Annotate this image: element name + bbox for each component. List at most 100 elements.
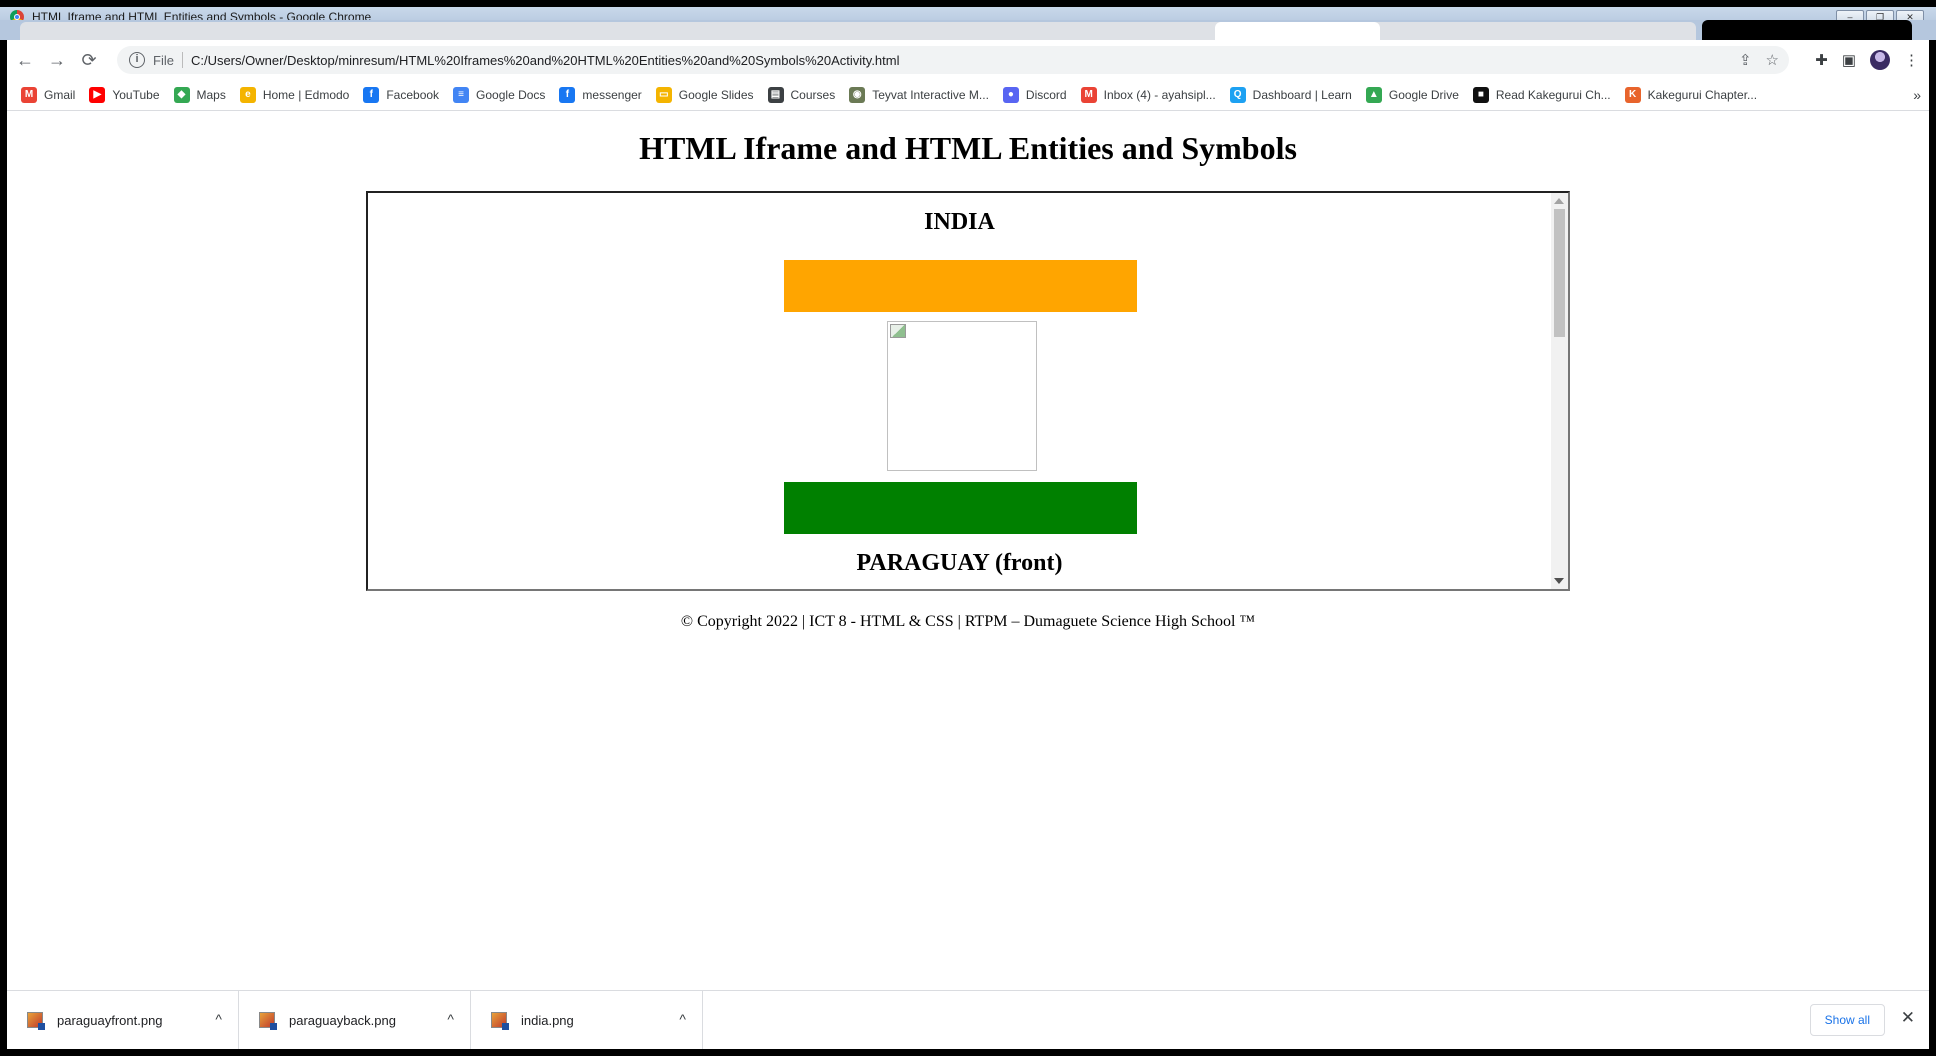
image-file-icon — [27, 1012, 45, 1030]
page-content: HTML Iframe and HTML Entities and Symbol… — [7, 111, 1929, 990]
bookmark-favicon-icon: e — [239, 87, 256, 103]
bookmark-item[interactable]: e Home | Edmodo — [239, 87, 349, 103]
bookmarks-overflow-icon[interactable]: » — [1913, 87, 1921, 103]
flag-iframe[interactable]: INDIA PARAGUAY (front) — [366, 191, 1570, 591]
chevron-up-icon[interactable]: ^ — [679, 1011, 686, 1027]
bookmark-item[interactable]: f Facebook — [363, 87, 439, 103]
bookmark-label: Dashboard | Learn — [1252, 88, 1352, 102]
toolbar-right: ✚ ▣ ⋮ — [1815, 50, 1919, 70]
bookmark-label: YouTube — [112, 88, 160, 102]
country-heading-paraguay: PARAGUAY (front) — [856, 550, 1063, 576]
share-icon[interactable]: ⇪ — [1739, 51, 1752, 69]
bookmark-item[interactable]: ▤ Courses — [767, 87, 836, 103]
browser-toolbar: ← → ⟳ i File C:/Users/Owner/Desktop/minr… — [7, 40, 1929, 80]
active-tab[interactable] — [1215, 22, 1380, 40]
bookmark-item[interactable]: K Kakegurui Chapter... — [1624, 87, 1758, 103]
bookmark-label: messenger — [582, 88, 642, 102]
bookmark-favicon-icon: ◆ — [173, 87, 190, 103]
iframe-scrollbar[interactable] — [1551, 193, 1568, 589]
tab-row[interactable] — [20, 22, 1696, 40]
download-item[interactable]: paraguayfront.png ^ — [7, 991, 239, 1049]
bookmark-item[interactable]: ■ Read Kakegurui Ch... — [1472, 87, 1611, 103]
download-filename: paraguayfront.png — [57, 1012, 163, 1028]
copyright-footer: © Copyright 2022 | ICT 8 - HTML & CSS | … — [680, 613, 1256, 630]
close-shelf-icon[interactable]: ✕ — [1901, 1008, 1915, 1028]
bookmark-favicon-icon: ▭ — [655, 87, 672, 103]
bookmark-label: Courses — [790, 88, 836, 102]
bookmark-label: Read Kakegurui Ch... — [1495, 88, 1611, 102]
download-shelf: Show all ✕ paraguayfront.png ^ paraguaybac… — [7, 990, 1929, 1049]
bookmark-item[interactable]: ◆ Maps — [173, 87, 226, 103]
bookmark-item[interactable]: M Inbox (4) - ayahsipl... — [1080, 87, 1216, 103]
bookmark-label: Gmail — [44, 88, 76, 102]
iframe-document: INDIA PARAGUAY (front) — [368, 193, 1551, 589]
bookmark-favicon-icon: M — [21, 87, 37, 103]
tab-overflow[interactable] — [1702, 20, 1912, 40]
bookmark-label: Maps — [196, 88, 226, 102]
download-item[interactable]: paraguayback.png ^ — [239, 991, 471, 1049]
image-file-icon — [259, 1012, 277, 1030]
india-saffron-band — [784, 260, 1137, 312]
bookmark-item[interactable]: ▭ Google Slides — [655, 87, 754, 103]
bookmark-label: Google Docs — [476, 88, 546, 102]
bookmark-favicon-icon: ■ — [1472, 87, 1489, 103]
side-panel-icon[interactable]: ▣ — [1842, 51, 1856, 69]
reload-button[interactable]: ⟳ — [75, 46, 103, 74]
tab-strip — [0, 20, 1936, 40]
forward-button[interactable]: → — [43, 46, 71, 74]
bookmark-label: Inbox (4) - ayahsipl... — [1103, 88, 1216, 102]
chevron-up-icon[interactable]: ^ — [447, 1011, 454, 1027]
bookmark-favicon-icon: ▲ — [1365, 87, 1382, 103]
bookmark-item[interactable]: ● Discord — [1002, 87, 1067, 103]
show-all-button[interactable]: Show all — [1809, 1004, 1885, 1036]
chevron-up-icon[interactable]: ^ — [215, 1011, 222, 1027]
menu-icon[interactable]: ⋮ — [1904, 51, 1919, 69]
omnibox-divider — [181, 52, 183, 68]
bookmarks-bar: M Gmail ▶ YouTube ◆ Maps e Home | Edmodo f Facebo… — [7, 80, 1929, 111]
bookmark-label: Google Drive — [1388, 88, 1459, 102]
bookmark-favicon-icon: ● — [1002, 87, 1019, 103]
bookmark-favicon-icon: ◉ — [849, 87, 866, 103]
bookmark-label: Google Slides — [678, 88, 754, 102]
bookmark-item[interactable]: ◉ Teyvat Interactive M... — [849, 87, 989, 103]
page-title: HTML Iframe and HTML Entities and Symbol… — [639, 130, 1297, 166]
info-icon[interactable]: i — [129, 52, 145, 68]
bookmark-label: Facebook — [386, 88, 440, 102]
bookmark-item[interactable]: ▶ YouTube — [89, 87, 160, 103]
country-heading-india: INDIA — [924, 209, 995, 235]
url-text[interactable]: C:/Users/Owner/Desktop/minresum/HTML%20I… — [191, 53, 900, 68]
bookmark-item[interactable]: ≡ Google Docs — [453, 87, 545, 103]
image-file-icon — [491, 1012, 509, 1030]
download-item[interactable]: india.png ^ — [471, 991, 703, 1049]
broken-image-icon — [887, 321, 1037, 471]
bookmark-label: Teyvat Interactive M... — [872, 88, 989, 102]
india-green-band — [784, 482, 1137, 534]
bookmark-favicon-icon: ▤ — [767, 87, 784, 103]
browser-window: HTML Iframe and HTML Entities and Symbol… — [0, 0, 1936, 1056]
bookmark-favicon-icon: ≡ — [453, 87, 470, 103]
bookmark-label: Kakegurui Chapter... — [1647, 88, 1758, 102]
omnibox-actions: ⇪ ☆ — [1739, 51, 1779, 69]
bookmark-item[interactable]: M Gmail — [21, 87, 75, 103]
scroll-up-arrow-icon[interactable] — [1554, 198, 1564, 204]
bookmark-star-icon[interactable]: ☆ — [1766, 51, 1779, 69]
protocol-label: File — [153, 52, 174, 68]
download-filename: paraguayback.png — [289, 1012, 396, 1028]
bookmark-favicon-icon: M — [1080, 87, 1097, 103]
extensions-icon[interactable]: ✚ — [1815, 51, 1828, 69]
profile-avatar[interactable] — [1870, 50, 1890, 70]
bookmark-item[interactable]: Q Dashboard | Learn — [1229, 87, 1352, 103]
bookmark-item[interactable]: f messenger — [559, 87, 642, 103]
bookmark-favicon-icon: K — [1624, 87, 1641, 103]
address-bar[interactable]: i File C:/Users/Owner/Desktop/minresum/H… — [117, 46, 1789, 74]
scroll-thumb[interactable] — [1554, 209, 1565, 337]
bookmark-favicon-icon: f — [363, 87, 380, 103]
bookmark-item[interactable]: ▲ Google Drive — [1365, 87, 1459, 103]
download-filename: india.png — [521, 1012, 574, 1028]
scroll-down-arrow-icon[interactable] — [1554, 578, 1564, 584]
bookmark-favicon-icon: ▶ — [89, 87, 106, 103]
bookmark-favicon-icon: Q — [1229, 87, 1246, 103]
bookmark-label: Discord — [1025, 88, 1067, 102]
bookmark-favicon-icon: f — [559, 87, 576, 103]
back-button[interactable]: ← — [11, 46, 39, 74]
